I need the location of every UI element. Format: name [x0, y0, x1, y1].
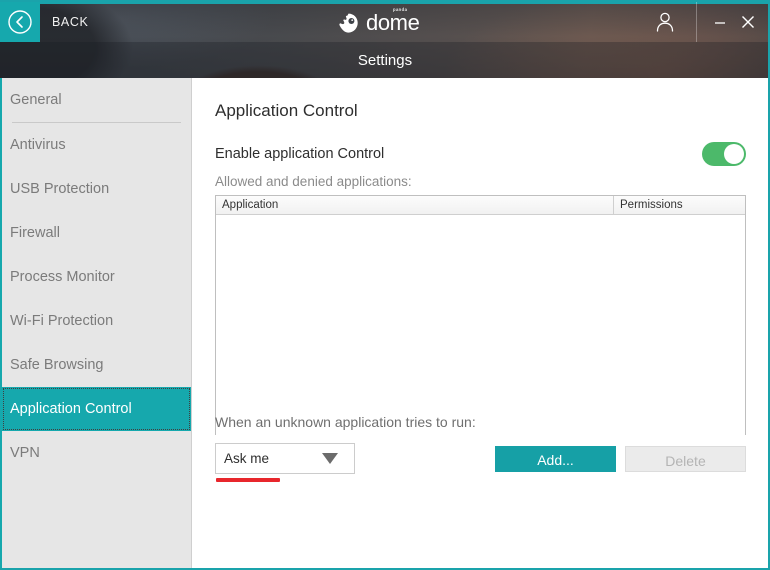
- settings-content-panel: Application Control Enable application C…: [193, 78, 768, 568]
- header-divider: [696, 2, 697, 42]
- sidebar-item-firewall[interactable]: Firewall: [2, 211, 191, 255]
- sidebar-item-wifi-protection[interactable]: Wi-Fi Protection: [2, 299, 191, 343]
- applications-table-body[interactable]: [216, 215, 745, 435]
- unknown-application-label: When an unknown application tries to run…: [215, 414, 476, 430]
- table-action-buttons: Add... Delete: [495, 446, 746, 472]
- minimize-button[interactable]: [708, 10, 732, 34]
- applications-table-header: Application Permissions: [216, 196, 745, 215]
- chevron-down-icon: [322, 453, 338, 464]
- minimize-icon: [715, 22, 725, 24]
- toggle-knob: [724, 144, 744, 164]
- sidebar-item-label: Antivirus: [10, 137, 66, 153]
- logo-subtext: panda: [393, 7, 408, 12]
- sidebar-item-label: VPN: [10, 445, 40, 461]
- panda-logo-icon: [338, 13, 359, 34]
- sidebar-item-vpn[interactable]: VPN: [2, 431, 191, 475]
- add-button[interactable]: Add...: [495, 446, 616, 472]
- select-selected-value: Ask me: [224, 451, 270, 466]
- app-logo: panda dome: [338, 7, 420, 36]
- sidebar-item-label: Wi-Fi Protection: [10, 313, 114, 329]
- back-chevron-icon: [8, 10, 32, 34]
- sidebar-item-label: Firewall: [10, 225, 60, 241]
- highlight-underline: [216, 478, 280, 482]
- logo-wordmark: dome: [366, 10, 420, 35]
- sidebar-item-label: Application Control: [10, 401, 132, 417]
- back-label[interactable]: BACK: [52, 15, 88, 29]
- applications-table[interactable]: Application Permissions: [215, 195, 746, 435]
- enable-application-control-toggle[interactable]: [702, 142, 746, 166]
- window-top-accent-line: [0, 2, 768, 4]
- sidebar-item-label: Process Monitor: [10, 269, 115, 285]
- enable-application-control-row: Enable application Control: [215, 142, 746, 166]
- sidebar-item-label: General: [10, 92, 62, 108]
- sidebar-item-process-monitor[interactable]: Process Monitor: [2, 255, 191, 299]
- settings-title: Settings: [357, 51, 413, 69]
- settings-sidebar: General Antivirus USB Protection Firewal…: [0, 78, 192, 568]
- column-header-permissions[interactable]: Permissions: [614, 196, 745, 214]
- column-header-application[interactable]: Application: [216, 196, 614, 214]
- allowed-denied-applications-label: Allowed and denied applications:: [215, 174, 412, 189]
- sidebar-item-label: Safe Browsing: [10, 357, 104, 373]
- title-bar: BACK panda dome Settings: [0, 2, 768, 78]
- enable-application-control-label: Enable application Control: [215, 146, 385, 162]
- close-button[interactable]: [736, 10, 760, 34]
- user-account-icon[interactable]: [653, 10, 677, 34]
- sidebar-item-application-control[interactable]: Application Control: [2, 387, 191, 431]
- sidebar-item-antivirus[interactable]: Antivirus: [2, 123, 191, 167]
- sidebar-item-label: USB Protection: [10, 181, 110, 197]
- unknown-application-action-select[interactable]: Ask me: [215, 443, 355, 474]
- close-icon: [742, 16, 754, 28]
- settings-title-bar: Settings: [0, 42, 768, 78]
- sidebar-item-general[interactable]: General: [2, 78, 191, 122]
- sidebar-item-usb-protection[interactable]: USB Protection: [2, 167, 191, 211]
- sidebar-item-safe-browsing[interactable]: Safe Browsing: [2, 343, 191, 387]
- back-button[interactable]: [0, 2, 40, 42]
- delete-button: Delete: [625, 446, 746, 472]
- page-title: Application Control: [215, 101, 358, 120]
- application-window: BACK panda dome Settings General Antivir…: [0, 0, 770, 570]
